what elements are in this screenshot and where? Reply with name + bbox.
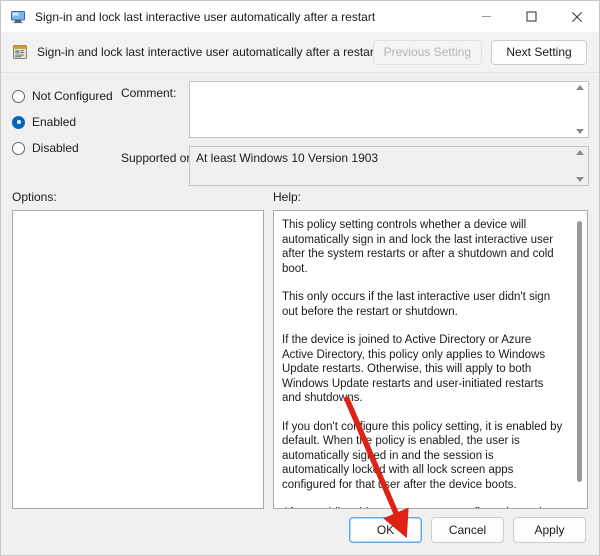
supported-on-value: At least Windows 10 Version 1903 (196, 151, 379, 165)
window-title: Sign-in and lock last interactive user a… (35, 9, 376, 24)
help-paragraph: If the device is joined to Active Direct… (282, 334, 546, 404)
radio-enabled[interactable]: Enabled (12, 110, 122, 134)
minimize-icon[interactable] (464, 1, 509, 32)
scroll-down-icon[interactable] (575, 177, 584, 182)
scroll-down-icon[interactable] (575, 129, 584, 134)
ok-button[interactable]: OK (349, 517, 422, 543)
help-scrollbar[interactable] (572, 211, 587, 508)
help-scrollbar-thumb[interactable] (577, 221, 582, 482)
panel-labels: Options: Help: (1, 186, 599, 210)
radio-disabled-label: Disabled (32, 141, 79, 155)
setting-state-section: Not Configured Enabled Disabled Comment:… (1, 73, 599, 186)
radio-enabled-mark (12, 115, 25, 129)
scroll-up-icon[interactable] (575, 85, 584, 90)
policy-monitor-icon (10, 9, 26, 25)
help-paragraph: This policy setting controls whether a d… (282, 219, 554, 275)
comment-input[interactable] (189, 81, 589, 138)
radio-enabled-label: Enabled (32, 115, 77, 129)
previous-setting-button[interactable]: Previous Setting (372, 39, 482, 65)
close-icon[interactable] (554, 1, 599, 32)
group-policy-setting-dialog: Sign-in and lock last interactive user a… (0, 0, 600, 556)
comment-value (190, 82, 571, 137)
help-text: This policy setting controls whether a d… (274, 211, 572, 508)
title-bar: Sign-in and lock last interactive user a… (1, 1, 599, 32)
state-radio-group: Not Configured Enabled Disabled (12, 84, 122, 162)
radio-not-configured-label: Not Configured (32, 89, 113, 103)
help-panel: This policy setting controls whether a d… (273, 210, 588, 509)
supported-on-label: Supported on: (121, 151, 197, 165)
apply-button[interactable]: Apply (513, 517, 586, 543)
group-policy-setting-icon (12, 44, 28, 60)
cancel-button[interactable]: Cancel (431, 517, 504, 543)
panels-container: This policy setting controls whether a d… (1, 210, 599, 509)
window-controls (464, 1, 599, 32)
options-label: Options: (12, 190, 57, 204)
radio-not-configured-mark (12, 89, 25, 103)
next-setting-button[interactable]: Next Setting (491, 39, 587, 65)
help-paragraph: This only occurs if the last interactive… (282, 291, 551, 318)
comment-label: Comment: (121, 86, 177, 100)
radio-disabled[interactable]: Disabled (12, 136, 122, 160)
options-panel[interactable] (12, 210, 264, 509)
help-label: Help: (273, 190, 302, 204)
dialog-footer: OK Cancel Apply (1, 509, 599, 555)
radio-disabled-mark (12, 141, 25, 155)
setting-header-bar: Sign-in and lock last interactive user a… (1, 32, 599, 73)
setting-title: Sign-in and lock last interactive user a… (37, 45, 373, 59)
radio-not-configured[interactable]: Not Configured (12, 84, 122, 108)
comment-scrollbar[interactable] (571, 82, 588, 137)
supported-on-scrollbar[interactable] (571, 147, 588, 185)
supported-on-field: At least Windows 10 Version 1903 (189, 146, 589, 186)
help-paragraph: After enabling this policy, you can conf… (282, 506, 563, 508)
scroll-up-icon[interactable] (575, 150, 584, 155)
maximize-icon[interactable] (509, 1, 554, 32)
help-paragraph: If you don't configure this policy setti… (282, 420, 563, 491)
setting-nav-buttons: Previous Setting Next Setting (372, 39, 587, 65)
